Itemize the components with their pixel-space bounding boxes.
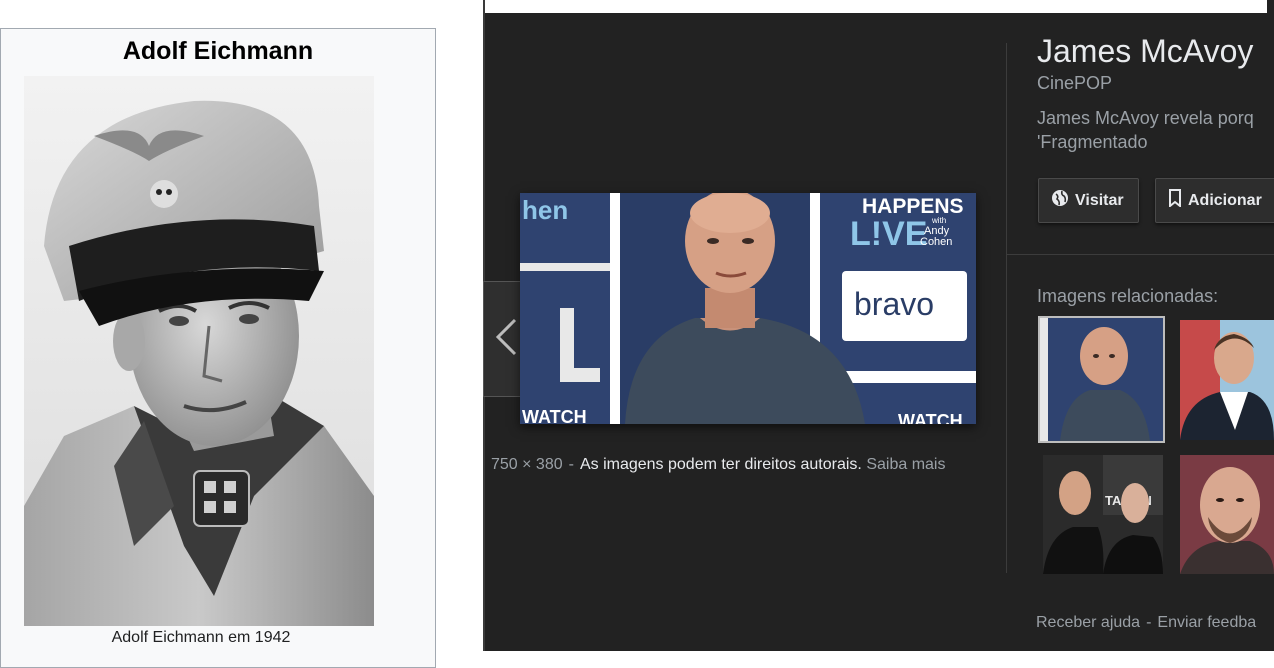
- add-to-collection-button[interactable]: Adicionar: [1155, 178, 1274, 223]
- visit-button[interactable]: Visitar: [1038, 178, 1139, 223]
- meta-separator: -: [568, 456, 574, 473]
- related-thumb-2-image: [1180, 320, 1274, 440]
- backdrop-bravo-text: bravo: [854, 286, 934, 322]
- related-thumb-1-image: [1040, 318, 1163, 441]
- infobox-caption: Adolf Eichmann em 1942: [111, 629, 291, 646]
- bookmark-icon: [1168, 189, 1182, 212]
- get-help-link[interactable]: Receber ajuda: [1036, 614, 1140, 631]
- send-feedback-link[interactable]: Enviar feedba: [1157, 614, 1256, 631]
- related-thumb-1[interactable]: [1038, 316, 1165, 443]
- image-viewer-panel: hen HAPPENS L!VE with Andy Cohen bravo W…: [483, 0, 1274, 651]
- add-button-label: Adicionar: [1188, 191, 1262, 209]
- infobox: Adolf Eichmann Adolf Eichmann em 1942: [0, 28, 436, 668]
- visit-button-label: Visitar: [1075, 191, 1124, 209]
- main-image-illustration: hen HAPPENS L!VE with Andy Cohen bravo W…: [520, 193, 976, 424]
- vertical-divider: [1006, 43, 1007, 573]
- backdrop-hen-text: hen: [522, 195, 568, 225]
- backdrop-with-text: with: [931, 216, 946, 225]
- portrait-photo[interactable]: [24, 76, 374, 626]
- learn-more-link[interactable]: Saiba mais: [866, 456, 945, 473]
- image-meta-line: 750 × 380- As imagens podem ter direitos …: [491, 456, 945, 474]
- backdrop-cohen-text: Cohen: [920, 236, 952, 248]
- footer-separator: -: [1146, 614, 1152, 631]
- copyright-notice: As imagens podem ter direitos autorais.: [579, 456, 862, 473]
- related-images-heading: Imagens relacionadas:: [1037, 286, 1219, 306]
- globe-icon: [1051, 189, 1069, 212]
- related-thumb-4-image: [1180, 455, 1274, 574]
- main-image[interactable]: hen HAPPENS L!VE with Andy Cohen bravo W…: [520, 193, 976, 424]
- related-thumb-4[interactable]: [1180, 455, 1274, 574]
- chevron-left-icon: [493, 317, 519, 362]
- related-thumb-2[interactable]: [1180, 320, 1274, 440]
- panel-top-strip: [483, 0, 1267, 13]
- panel-footer: Receber ajuda - Enviar feedba: [1036, 614, 1256, 632]
- horizontal-divider: [1007, 254, 1274, 255]
- related-thumb-3-image: TARY N: [1043, 455, 1163, 574]
- result-source[interactable]: CinePOP: [1037, 73, 1112, 94]
- backdrop-watch-text-right: WATCH: [898, 411, 963, 424]
- image-dimensions: 750 × 380: [491, 456, 563, 473]
- result-title[interactable]: James McAvoy: [1037, 33, 1253, 70]
- related-thumb-3[interactable]: TARY N: [1043, 455, 1163, 574]
- result-description: James McAvoy revela porq 'Fragmentado: [1037, 108, 1254, 152]
- backdrop-watch-text-left: WATCH: [522, 407, 587, 424]
- infobox-title: Adolf Eichmann: [122, 37, 314, 65]
- portrait-illustration: [24, 76, 374, 626]
- backdrop-live-text: L!VE: [850, 215, 927, 253]
- page-gutter: [437, 0, 483, 651]
